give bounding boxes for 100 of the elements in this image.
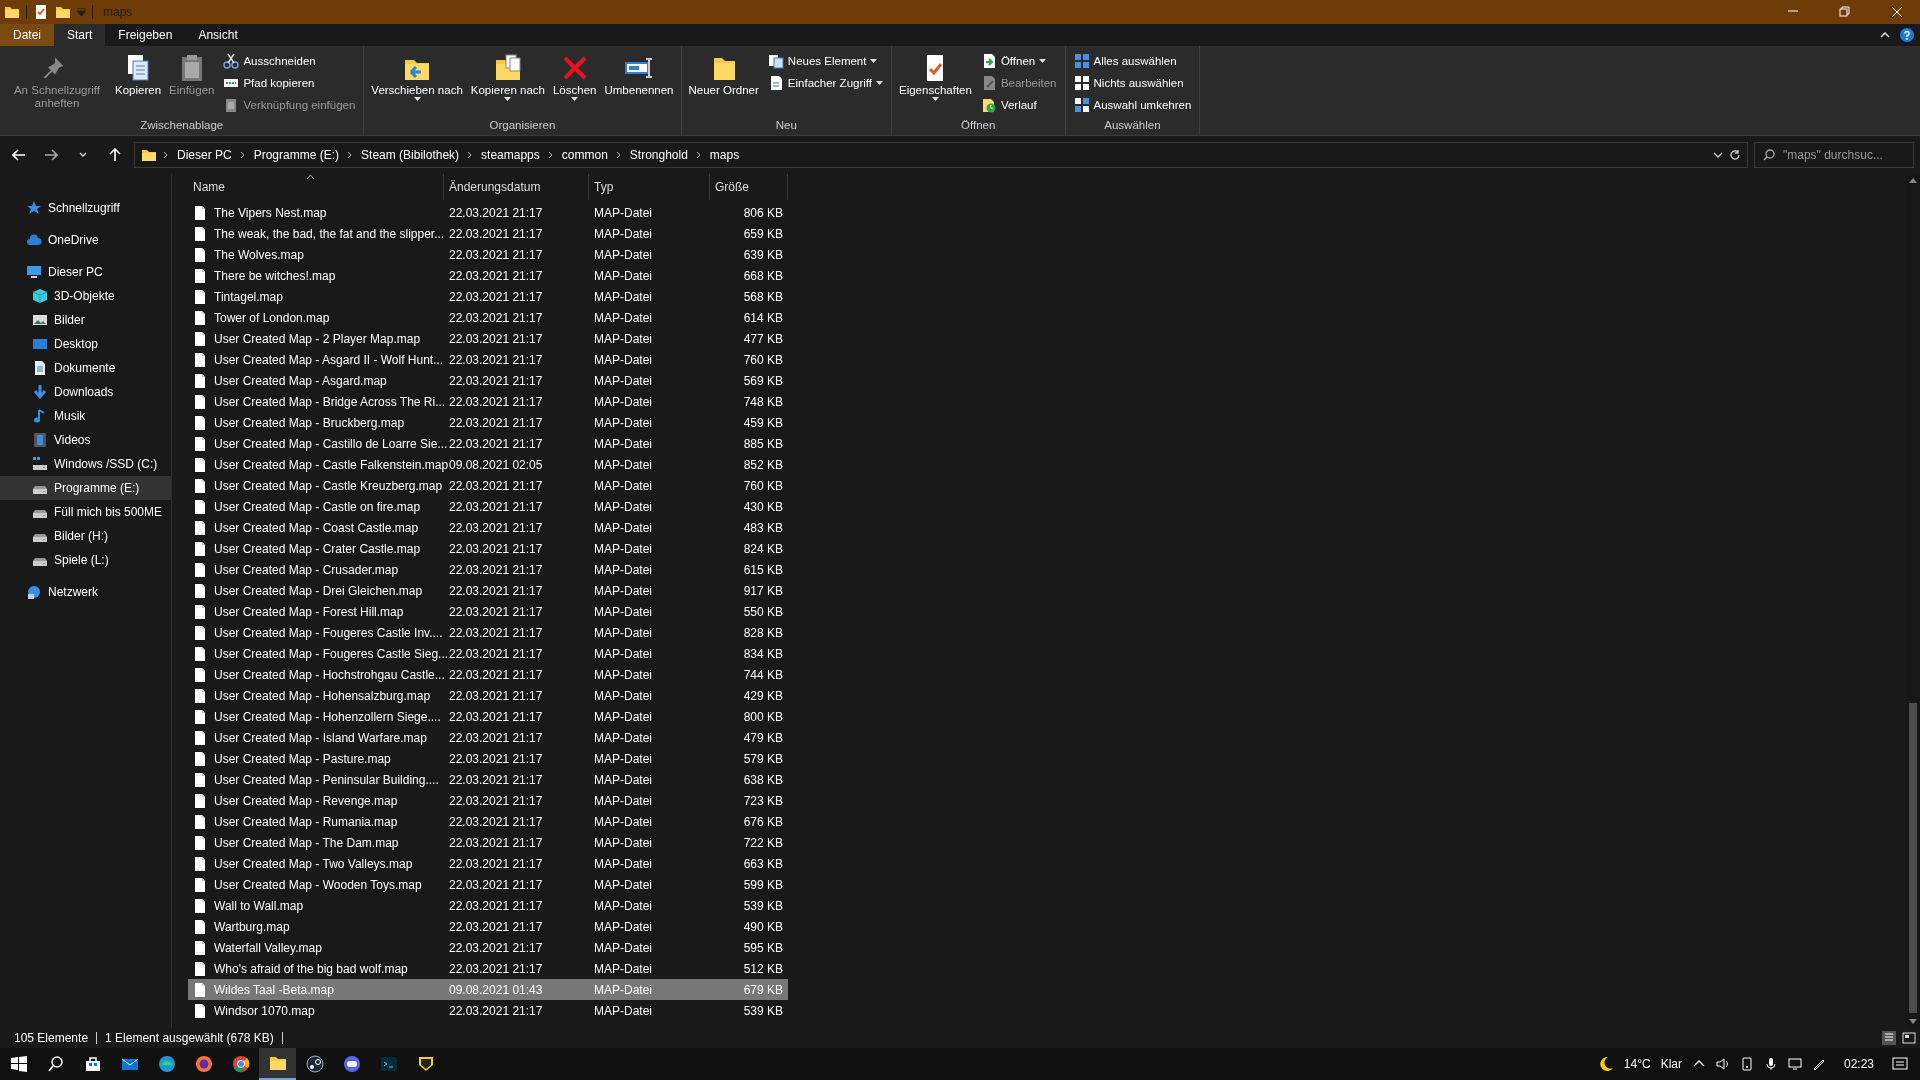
- ribbon-button[interactable]: Umbenennen: [601, 50, 677, 117]
- sidebar-item[interactable]: OneDrive: [0, 228, 171, 252]
- chevron-up-icon[interactable]: [1880, 32, 1890, 38]
- file-row[interactable]: User Created Map - Revenge.map 22.03.2021 21:17 MAP-Datei 723 KB: [188, 790, 788, 811]
- sidebar-item[interactable]: Spiele (L:): [0, 548, 171, 572]
- file-row[interactable]: Windsor 1070.map 22.03.2021 21:17 MAP-Datei 539 KB: [188, 1000, 788, 1021]
- file-row[interactable]: User Created Map - Rumania.map 22.03.2021 21:17 MAP-Datei 676 KB: [188, 811, 788, 832]
- start-icon[interactable]: [10, 1056, 27, 1072]
- search-icon[interactable]: [46, 1055, 65, 1073]
- sidebar-item[interactable]: Programme (E:): [0, 476, 171, 500]
- microphone-icon[interactable]: [1763, 1057, 1778, 1071]
- close-icon[interactable]: [1891, 6, 1903, 18]
- ribbon-button[interactable]: Verschieben nach: [368, 50, 466, 117]
- sidebar-item[interactable]: Füll mich bis 500ME: [0, 500, 171, 524]
- chevron-right-icon[interactable]: [239, 151, 246, 159]
- file-row[interactable]: User Created Map - Crater Castle.map 22.03.2021 21:17 MAP-Datei 824 KB: [188, 538, 788, 559]
- sidebar-item[interactable]: Schnellzugriff: [0, 196, 171, 220]
- file-row[interactable]: The Wolves.map 22.03.2021 21:17 MAP-Datei 639 KB: [188, 244, 788, 265]
- sidebar-item[interactable]: Netzwerk: [0, 580, 171, 604]
- shield-icon[interactable]: [416, 1055, 435, 1073]
- sidebar-item[interactable]: Bilder: [0, 308, 171, 332]
- file-row[interactable]: The Vipers Nest.map 22.03.2021 21:17 MAP-Datei 806 KB: [188, 202, 788, 223]
- breadcrumb-item[interactable]: Steam (Bibilothek): [359, 146, 462, 164]
- file-row[interactable]: User Created Map - Castle on fire.map 22.03.2021 21:17 MAP-Datei 430 KB: [188, 496, 788, 517]
- file-row[interactable]: User Created Map - Forest Hill.map 22.03.2021 21:17 MAP-Datei 550 KB: [188, 601, 788, 622]
- file-row[interactable]: User Created Map - Peninsular Building.... 22.03.2021 21:17 MAP-Datei 638 KB: [188, 769, 788, 790]
- file-row[interactable]: User Created Map - Hohenzollern Siege.... 22.03.2021 21:17 MAP-Datei 800 KB: [188, 706, 788, 727]
- ribbon-button[interactable]: Kopieren nach: [467, 50, 548, 117]
- column-header[interactable]: Name: [193, 180, 225, 194]
- chevron-down-icon[interactable]: [1713, 152, 1723, 158]
- chevron-right-icon[interactable]: [347, 151, 354, 159]
- ribbon-button[interactable]: Auswahl umkehren: [1069, 94, 1196, 116]
- bag-icon[interactable]: [83, 1055, 102, 1073]
- pen-icon[interactable]: [1811, 1057, 1826, 1071]
- ribbon-button[interactable]: Ausschneiden: [219, 50, 360, 72]
- ribbon-button[interactable]: Neues Element: [763, 50, 887, 72]
- file-row[interactable]: Wartburg.map 22.03.2021 21:17 MAP-Datei 490 KB: [188, 916, 788, 937]
- file-row[interactable]: User Created Map - The Dam.map 22.03.2021 21:17 MAP-Datei 722 KB: [188, 832, 788, 853]
- breadcrumb-item[interactable]: Programme (E:): [251, 146, 342, 164]
- file-row[interactable]: User Created Map - Crusader.map 22.03.2021 21:17 MAP-Datei 615 KB: [188, 559, 788, 580]
- sidebar-item[interactable]: Musik: [0, 404, 171, 428]
- help-icon[interactable]: [1900, 28, 1914, 42]
- breadcrumb-item[interactable]: Dieser PC: [175, 146, 234, 164]
- sidebar-item[interactable]: Windows /SSD (C:): [0, 452, 171, 476]
- scrollbar-thumb[interactable]: [1909, 703, 1917, 1013]
- ribbon-button[interactable]: Nichts auswählen: [1069, 72, 1196, 94]
- file-row[interactable]: User Created Map - Bruckberg.map 22.03.2021 21:17 MAP-Datei 459 KB: [188, 412, 788, 433]
- chevron-right-icon[interactable]: [467, 151, 474, 159]
- file-row[interactable]: User Created Map - Coast Castle.map 22.03.2021 21:17 MAP-Datei 483 KB: [188, 517, 788, 538]
- back-icon[interactable]: [12, 148, 26, 162]
- breadcrumb-item[interactable]: maps: [707, 146, 742, 164]
- ring-icon[interactable]: [231, 1055, 250, 1073]
- search-field[interactable]: "maps" durchsuc...: [1754, 142, 1914, 168]
- ribbon-button[interactable]: Kopieren: [112, 50, 165, 117]
- file-row[interactable]: Waterfall Valley.map 22.03.2021 21:17 MAP-Datei 595 KB: [188, 937, 788, 958]
- ribbon-button[interactable]: Verlauf: [976, 94, 1061, 116]
- scroll-down-icon[interactable]: [1909, 1019, 1917, 1024]
- file-menu-tab[interactable]: Datei: [0, 24, 54, 46]
- file-row[interactable]: User Created Map - Bridge Across The Ri... 22.03.2021 21:17 MAP-Datei 748 KB: [188, 391, 788, 412]
- controller-icon[interactable]: [342, 1055, 361, 1073]
- up-icon[interactable]: [108, 148, 122, 162]
- network-icon[interactable]: [1787, 1057, 1802, 1071]
- file-row[interactable]: User Created Map - Two Valleys.map 22.03.2021 21:17 MAP-Datei 663 KB: [188, 853, 788, 874]
- file-row[interactable]: Who's afraid of the big bad wolf.map 22.03.2021 21:17 MAP-Datei 512 KB: [188, 958, 788, 979]
- column-header[interactable]: Typ: [594, 180, 614, 194]
- ribbon-tab[interactable]: Freigeben: [105, 24, 186, 46]
- properties-icon[interactable]: [33, 4, 49, 20]
- ribbon-tab[interactable]: Start: [54, 24, 106, 46]
- file-row[interactable]: User Created Map - Pasture.map 22.03.2021 21:17 MAP-Datei 579 KB: [188, 748, 788, 769]
- file-row[interactable]: User Created Map - Castillo de Loarre Sie...22.03.2021 21:17 MAP-Datei 885 KB: [188, 433, 788, 454]
- file-row[interactable]: User Created Map - Castle Kreuzberg.map 22.03.2021 21:17 MAP-Datei 760 KB: [188, 475, 788, 496]
- file-row[interactable]: Tintagel.map 22.03.2021 21:17 MAP-Datei 568 KB: [188, 286, 788, 307]
- address-bar[interactable]: Dieser PC Programme (E:) Steam (Bibilothek) steamapps common Stronghold maps: [134, 142, 1748, 168]
- ribbon-button[interactable]: Eigenschaften: [896, 50, 975, 117]
- file-row[interactable]: The weak, the bad, the fat and the slipper... 22.03.2021 21:17 MAP-Datei 659 KB: [188, 223, 788, 244]
- file-row[interactable]: User Created Map - Fougeres Castle Inv.... 22.03.2021 21:17 MAP-Datei 828 KB: [188, 622, 788, 643]
- chevron-right-icon[interactable]: [615, 151, 622, 159]
- ribbon-button[interactable]: Pfad kopieren: [219, 72, 360, 94]
- file-row[interactable]: User Created Map - Island Warfare.map 22.03.2021 21:17 MAP-Datei 479 KB: [188, 727, 788, 748]
- tiles-view-icon[interactable]: [1902, 1031, 1916, 1045]
- chevron-right-icon[interactable]: [695, 151, 702, 159]
- breadcrumb-item[interactable]: steamapps: [479, 146, 542, 164]
- sidebar-item[interactable]: 3D-Objekte: [0, 284, 171, 308]
- terminal-icon[interactable]: [379, 1055, 398, 1073]
- scroll-up-icon[interactable]: [1909, 178, 1917, 183]
- ribbon-button[interactable]: Löschen: [549, 50, 600, 117]
- file-row[interactable]: User Created Map - Hochstrohgau Castle... 22.03.2021 21:17 MAP-Datei 744 KB: [188, 664, 788, 685]
- file-row[interactable]: User Created Map - Asgard.map 22.03.2021 21:17 MAP-Datei 569 KB: [188, 370, 788, 391]
- ribbon-button[interactable]: Alles auswählen: [1069, 50, 1196, 72]
- refresh-icon[interactable]: [1729, 149, 1741, 161]
- sort-caret-icon[interactable]: [306, 174, 315, 179]
- sidebar-item[interactable]: Desktop: [0, 332, 171, 356]
- globe-icon[interactable]: [194, 1055, 213, 1073]
- ribbon-tab[interactable]: Ansicht: [185, 24, 251, 46]
- file-row[interactable]: User Created Map - Fougeres Castle Sieg...22.03.2021 21:17 MAP-Datei 834 KB: [188, 643, 788, 664]
- sidebar-item[interactable]: Downloads: [0, 380, 171, 404]
- file-row[interactable]: User Created Map - Hohensalzburg.map 22.03.2021 21:17 MAP-Datei 429 KB: [188, 685, 788, 706]
- file-row[interactable]: User Created Map - Castle Falkenstein.map09.08.2021 02:05 MAP-Datei 852 KB: [188, 454, 788, 475]
- ribbon-button[interactable]: Öffnen: [976, 50, 1061, 72]
- details-view-icon[interactable]: [1882, 1031, 1896, 1045]
